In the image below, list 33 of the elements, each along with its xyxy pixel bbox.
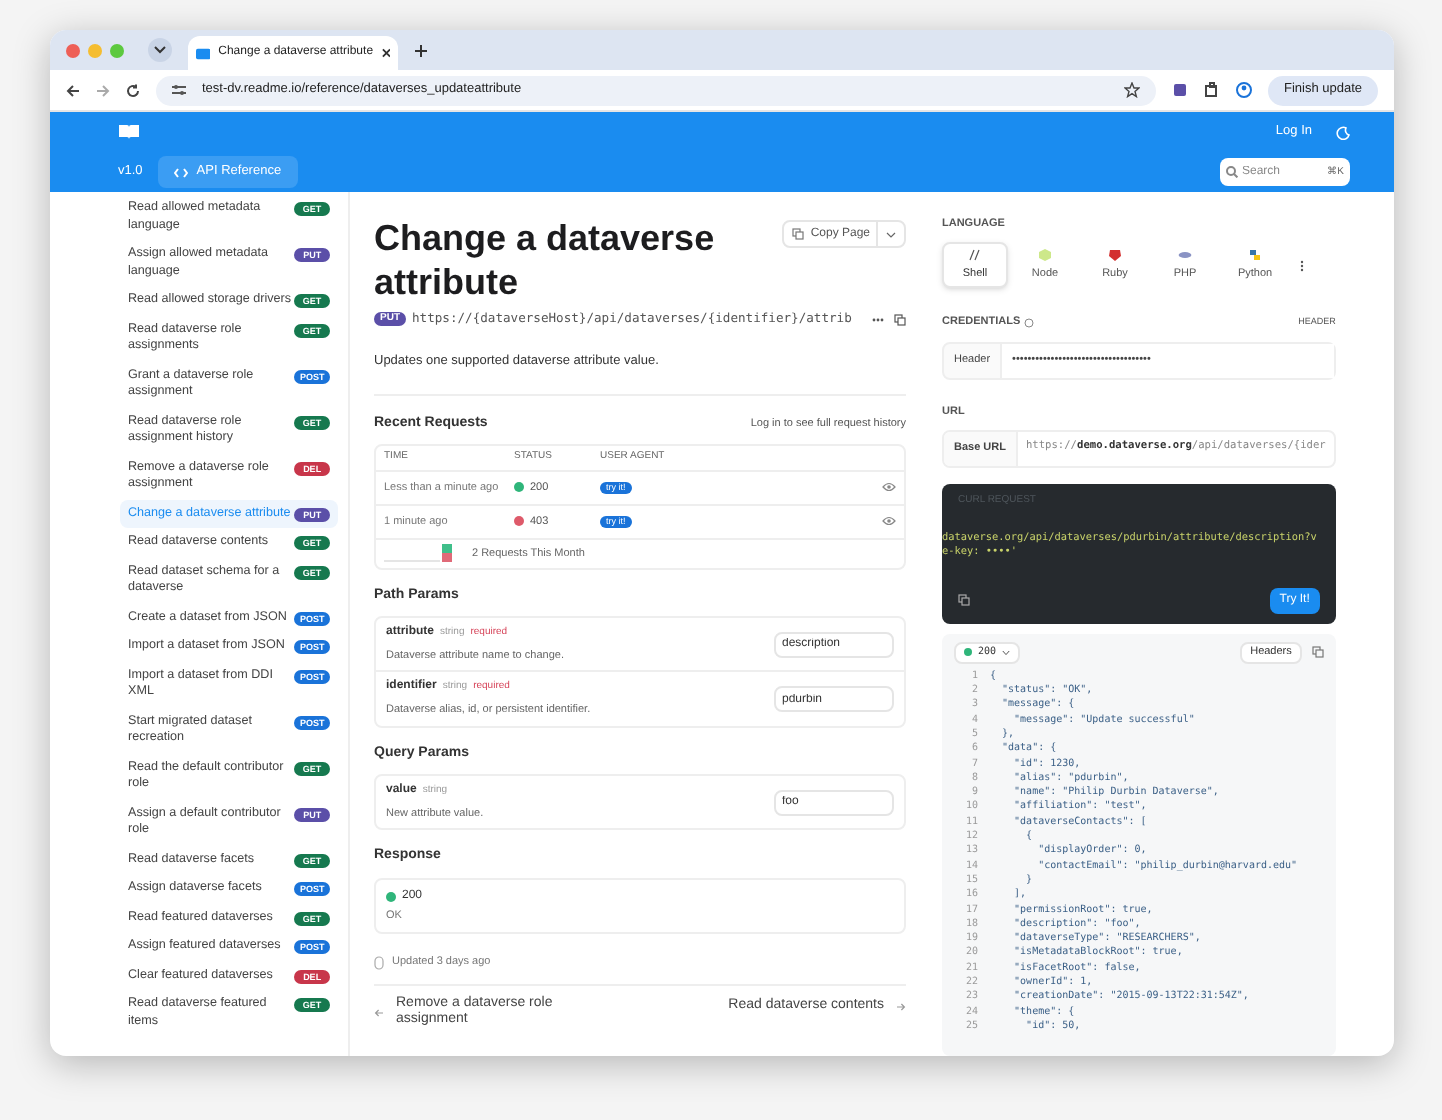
code-icon — [174, 167, 189, 177]
copy-icon — [792, 228, 805, 240]
site-settings-icon[interactable] — [172, 84, 186, 96]
moon-icon[interactable] — [1336, 125, 1350, 139]
search-icon — [1226, 166, 1238, 178]
arrow-left-icon — [374, 1007, 384, 1018]
oval-icon — [1178, 248, 1192, 263]
new-tab-icon[interactable] — [414, 43, 428, 57]
page-title: Change a dataverse attribute — [374, 216, 717, 304]
tab-search-button[interactable] — [148, 38, 172, 62]
profile-icon[interactable] — [1235, 82, 1252, 98]
copy-icon[interactable] — [894, 313, 906, 326]
slash-icon — [968, 248, 982, 263]
copy-icon[interactable] — [1311, 646, 1324, 659]
copy-icon[interactable] — [958, 594, 970, 607]
extension-icon[interactable] — [1171, 82, 1188, 98]
logo-icon[interactable] — [118, 124, 140, 140]
python-logo-icon — [1248, 248, 1262, 263]
chevron-down-icon — [1002, 649, 1011, 656]
eye-icon[interactable] — [882, 482, 896, 493]
close-icon[interactable] — [381, 48, 390, 58]
sparkline-drawing — [384, 544, 456, 563]
info-icon[interactable] — [1024, 317, 1035, 328]
more-icon[interactable] — [872, 317, 884, 322]
star-icon[interactable] — [1123, 82, 1140, 98]
reload-icon[interactable] — [126, 83, 140, 97]
gem-icon — [1108, 248, 1122, 263]
chevron-down-icon — [154, 46, 166, 54]
arrow-right-icon — [896, 1002, 906, 1013]
chevron-down-icon[interactable] — [886, 231, 896, 237]
back-icon[interactable] — [66, 83, 80, 97]
hexagon-icon — [1038, 248, 1052, 263]
eye-icon[interactable] — [882, 516, 896, 527]
